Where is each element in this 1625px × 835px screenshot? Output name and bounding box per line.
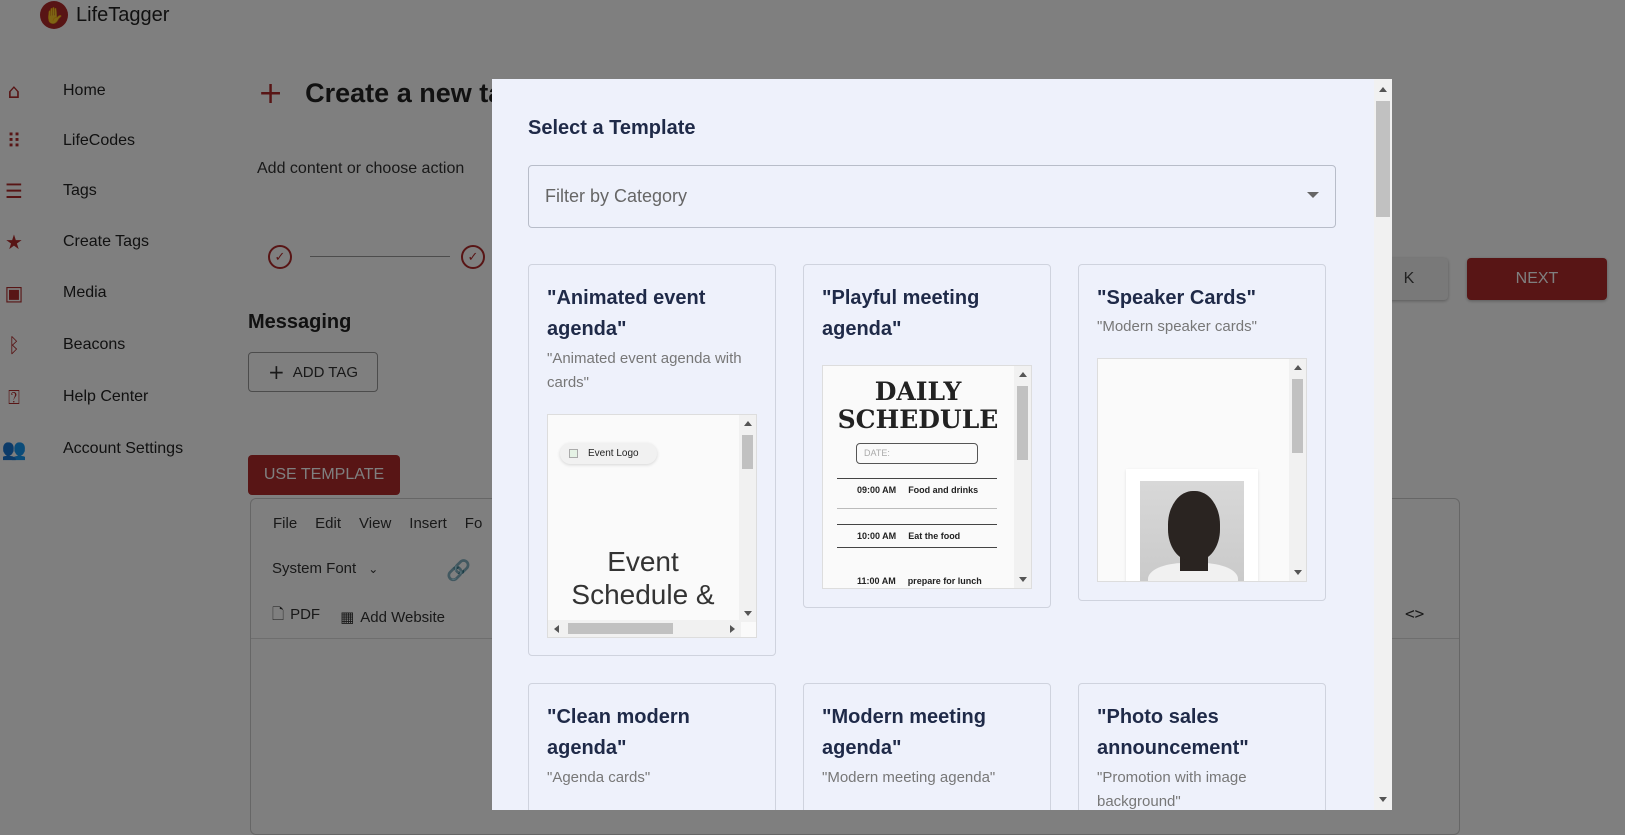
category-filter-placeholder: Filter by Category xyxy=(545,186,688,206)
dropdown-arrow-icon xyxy=(1307,192,1319,198)
template-card-desc: "Agenda cards" xyxy=(547,769,651,786)
scroll-up-icon xyxy=(1019,372,1027,377)
template-card-title: "Animated event agenda" xyxy=(547,287,706,340)
schedule-task: Food and drinks xyxy=(908,485,979,495)
template-modal: Select a Template Filter by Category "An… xyxy=(492,79,1392,810)
schedule-row: 10:00 AM Eat the food xyxy=(857,531,960,541)
scroll-up-icon xyxy=(1294,365,1302,370)
scroll-down-icon xyxy=(1294,570,1302,575)
broken-image-icon xyxy=(569,449,578,458)
schedule-title: DAILY SCHEDULE xyxy=(837,377,999,434)
template-preview[interactable]: DAILY SCHEDULE DATE: 09:00 AM Food and d… xyxy=(822,365,1032,589)
speaker-photo xyxy=(1140,481,1244,581)
schedule-row: 11:00 AM prepare for lunch xyxy=(857,576,982,586)
schedule-row: 09:00 AM Food and drinks xyxy=(857,485,978,495)
speaker-card xyxy=(1126,469,1258,581)
scroll-down-icon xyxy=(744,611,752,616)
category-filter-select[interactable]: Filter by Category xyxy=(528,165,1336,228)
template-card[interactable]: "Modern meeting agenda" "Modern meeting … xyxy=(803,683,1051,810)
template-card-desc: "Animated event agenda with cards" xyxy=(547,350,742,391)
scroll-up-icon xyxy=(1379,87,1387,92)
template-card-title: "Speaker Cards" xyxy=(1097,287,1257,309)
schedule-time: 10:00 AM xyxy=(857,531,897,541)
template-card-title: "Modern meeting agenda" xyxy=(822,706,986,759)
template-card-desc: "Promotion with image background" xyxy=(1097,769,1247,810)
schedule-divider xyxy=(837,508,997,509)
schedule-task: prepare for lunch xyxy=(907,576,982,586)
template-card-desc: "Modern speaker cards" xyxy=(1097,318,1257,335)
modal-title: Select a Template xyxy=(528,117,696,139)
template-card[interactable]: "Animated event agenda" "Animated event … xyxy=(528,264,776,656)
preview-h-scrollbar[interactable] xyxy=(548,620,741,637)
modal-scrollbar[interactable] xyxy=(1374,79,1392,810)
scroll-thumb[interactable] xyxy=(742,435,753,469)
schedule-time: 11:00 AM xyxy=(857,576,896,586)
template-card-desc: "Modern meeting agenda" xyxy=(822,769,996,786)
scroll-thumb[interactable] xyxy=(1292,379,1303,453)
scroll-left-icon xyxy=(554,625,559,633)
template-preview[interactable]: Event Logo Event Schedule & xyxy=(547,414,757,638)
schedule-divider xyxy=(837,478,997,479)
event-logo-label: Event Logo xyxy=(588,448,639,459)
preview-scrollbar[interactable] xyxy=(739,415,756,622)
event-heading: Event Schedule & xyxy=(571,546,715,610)
template-card[interactable]: "Photo sales announcement" "Promotion wi… xyxy=(1078,683,1326,810)
schedule-time: 09:00 AM xyxy=(857,485,897,495)
scroll-thumb[interactable] xyxy=(568,623,673,634)
template-card-title: "Clean modern agenda" xyxy=(547,706,690,759)
scroll-thumb[interactable] xyxy=(1017,386,1028,460)
template-preview[interactable] xyxy=(1097,358,1307,582)
photo-head xyxy=(1168,491,1220,561)
date-field: DATE: xyxy=(856,443,978,464)
schedule-divider xyxy=(837,524,997,525)
template-card[interactable]: "Speaker Cards" "Modern speaker cards" xyxy=(1078,264,1326,601)
schedule-task: Eat the food xyxy=(908,531,961,541)
template-card[interactable]: "Playful meeting agenda" DAILY SCHEDULE … xyxy=(803,264,1051,608)
template-card-title: "Playful meeting agenda" xyxy=(822,287,980,340)
schedule-divider xyxy=(837,547,997,548)
template-card[interactable]: "Clean modern agenda" "Agenda cards" xyxy=(528,683,776,810)
event-logo-pill: Event Logo xyxy=(560,443,657,464)
scroll-up-icon xyxy=(744,421,752,426)
preview-scrollbar[interactable] xyxy=(1014,366,1031,588)
preview-scrollbar[interactable] xyxy=(1289,359,1306,581)
scroll-down-icon xyxy=(1379,797,1387,802)
scroll-down-icon xyxy=(1019,577,1027,582)
scroll-thumb[interactable] xyxy=(1376,101,1390,217)
template-card-title: "Photo sales announcement" xyxy=(1097,706,1249,759)
scroll-right-icon xyxy=(730,625,735,633)
